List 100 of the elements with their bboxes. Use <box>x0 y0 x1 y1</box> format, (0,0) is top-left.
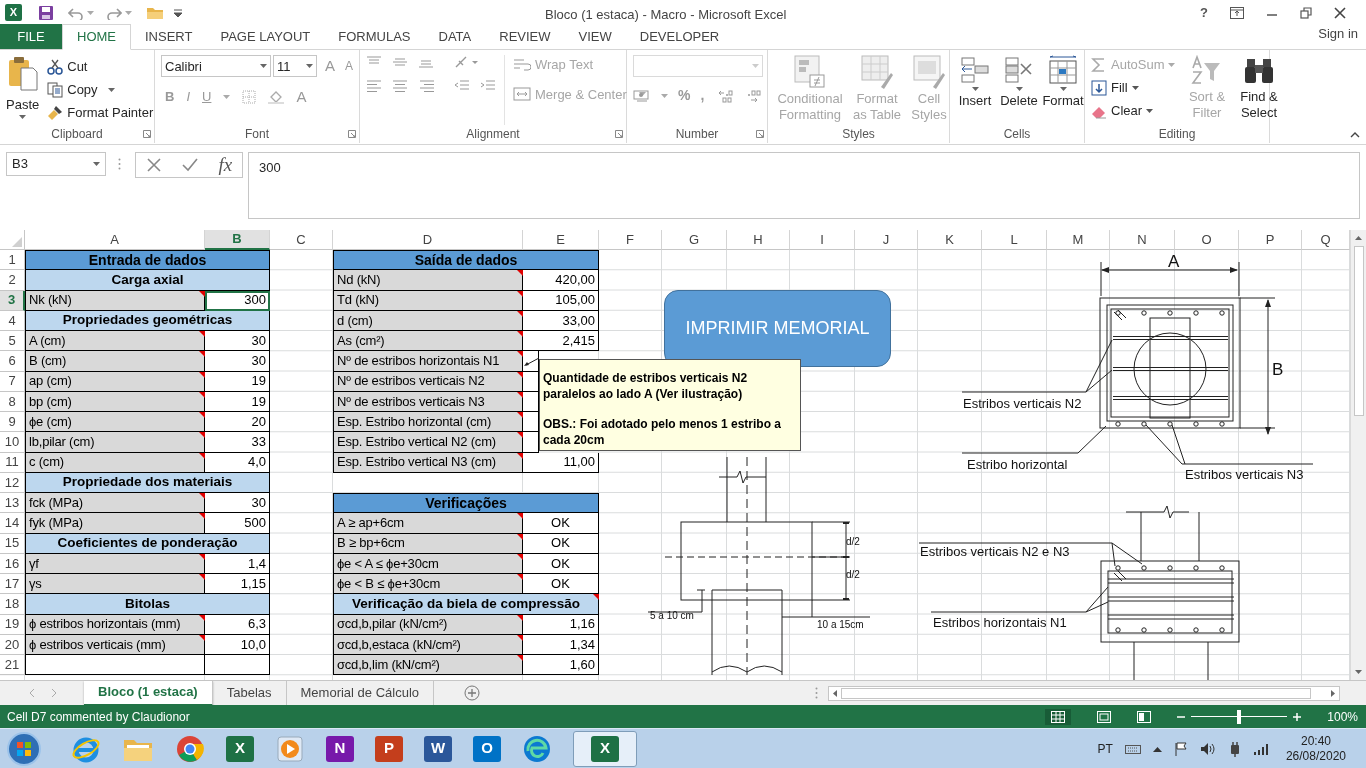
clipboard-command[interactable]: Cut <box>67 57 88 77</box>
clipboard-command[interactable]: Format Painter <box>67 103 154 123</box>
ribbon-tab[interactable]: PAGE LAYOUT <box>206 24 325 49</box>
caret-icon[interactable] <box>260 64 267 69</box>
font-name-field[interactable]: Calibri <box>161 55 271 78</box>
column-header[interactable]: Q <box>1302 230 1350 250</box>
row-header[interactable]: 2 <box>0 270 25 291</box>
align-center-icon[interactable] <box>392 79 408 93</box>
value-cell[interactable] <box>523 432 539 453</box>
ribbon-tab[interactable]: VIEW <box>564 24 626 49</box>
add-sheet-icon[interactable] <box>464 685 480 701</box>
dialog-launcher-icon[interactable] <box>615 130 623 138</box>
cancel-icon[interactable] <box>145 157 162 173</box>
row-header[interactable]: 18 <box>0 594 25 615</box>
column-header[interactable]: O <box>1175 230 1239 250</box>
file-tab[interactable]: FILE <box>0 24 62 49</box>
row-header[interactable]: 6 <box>0 351 25 372</box>
row-header[interactable]: 5 <box>0 331 25 352</box>
column-header[interactable]: M <box>1047 230 1110 250</box>
taskbar-app-button[interactable]: O <box>473 735 501 762</box>
ribbon-tab[interactable]: REVIEW <box>485 24 565 49</box>
row-header[interactable]: 20 <box>0 634 25 655</box>
keyboard-icon[interactable] <box>1124 742 1141 755</box>
restore-icon[interactable] <box>1300 6 1312 19</box>
value-cell[interactable]: OK <box>523 574 599 595</box>
ribbon-tab[interactable]: DATA <box>424 24 486 49</box>
collapse-ribbon-icon[interactable] <box>1350 132 1360 138</box>
scrollbar-thumb[interactable] <box>1353 246 1364 416</box>
column-header[interactable]: C <box>270 230 333 250</box>
row-header[interactable]: 12 <box>0 472 25 493</box>
taskbar-app-button[interactable]: W <box>424 735 452 762</box>
insert-function-button[interactable]: fx <box>218 150 233 180</box>
dialog-launcher-icon[interactable] <box>756 130 764 138</box>
ribbon-button[interactable]: Find & Select <box>1235 55 1283 125</box>
caret-icon[interactable] <box>1146 109 1154 113</box>
ribbon-button[interactable]: Delete <box>1000 55 1038 125</box>
browser-icon[interactable] <box>175 733 205 764</box>
value-cell[interactable]: 1,4 <box>205 553 270 574</box>
font-size-field[interactable]: 11 <box>273 55 317 78</box>
row-header[interactable]: 11 <box>0 452 25 473</box>
row-header[interactable]: 17 <box>0 574 25 595</box>
normal-view-icon[interactable] <box>1051 710 1066 723</box>
scrollbar-thumb[interactable] <box>841 687 1311 699</box>
column-header[interactable]: J <box>855 230 918 250</box>
editing-command[interactable]: Fill <box>1111 78 1128 98</box>
ribbon-button[interactable]: Format <box>1044 55 1082 125</box>
media-player-icon[interactable] <box>275 733 305 764</box>
row-header[interactable]: 1 <box>0 250 25 271</box>
ribbon-tab[interactable]: FORMULAS <box>324 24 425 49</box>
value-cell[interactable]: 4,0 <box>205 452 270 473</box>
value-cell[interactable]: 6,3 <box>205 614 270 635</box>
next-sheet-icon[interactable] <box>50 688 58 698</box>
orientation-icon[interactable] <box>454 55 480 69</box>
column-header[interactable]: E <box>523 230 599 250</box>
zoom-in-icon[interactable] <box>1293 712 1302 721</box>
currency-icon[interactable] <box>633 88 651 103</box>
value-cell[interactable]: 300 <box>205 290 270 311</box>
flag-icon[interactable] <box>1173 741 1188 756</box>
close-icon[interactable] <box>1334 6 1346 19</box>
ribbon-tab[interactable]: HOME <box>62 24 131 50</box>
value-cell[interactable]: 105,00 <box>523 290 599 311</box>
value-cell[interactable]: 500 <box>205 513 270 534</box>
value-cell[interactable] <box>523 371 539 392</box>
editing-command[interactable]: Clear <box>1111 101 1143 121</box>
save-icon[interactable] <box>38 4 54 21</box>
ribbon-button[interactable]: Insert <box>956 55 994 125</box>
clock-date[interactable]: 26/08/2020 <box>1285 748 1346 764</box>
column-header[interactable]: P <box>1239 230 1302 250</box>
caret-icon[interactable] <box>19 114 27 119</box>
row-header[interactable]: 16 <box>0 553 25 574</box>
column-header[interactable]: L <box>982 230 1047 250</box>
zoom-level[interactable]: 100% <box>1327 707 1358 726</box>
value-cell[interactable]: 30 <box>205 493 270 514</box>
zoom-slider[interactable] <box>1191 709 1288 724</box>
row-header[interactable]: 9 <box>0 412 25 433</box>
caret-icon[interactable] <box>107 88 115 92</box>
redo-icon[interactable] <box>106 5 122 20</box>
fill-color-icon[interactable] <box>268 89 285 104</box>
column-header[interactable]: D <box>333 230 523 250</box>
align-left-icon[interactable] <box>366 79 382 93</box>
browser-icon[interactable] <box>522 733 552 764</box>
value-cell[interactable]: 33,00 <box>523 310 599 331</box>
dialog-launcher-icon[interactable] <box>143 130 151 138</box>
row-header[interactable]: 10 <box>0 432 25 453</box>
value-cell[interactable]: 30 <box>205 351 270 372</box>
undo-icon[interactable] <box>68 5 84 20</box>
number-format-field[interactable] <box>633 55 763 77</box>
column-header[interactable]: G <box>662 230 727 250</box>
value-cell[interactable] <box>523 412 539 433</box>
row-header[interactable]: 14 <box>0 513 25 534</box>
value-cell[interactable]: OK <box>523 513 599 534</box>
row-header[interactable]: 13 <box>0 493 25 514</box>
row-header[interactable]: 7 <box>0 371 25 392</box>
column-header[interactable]: H <box>727 230 790 250</box>
dialog-launcher-icon[interactable] <box>348 130 356 138</box>
value-cell[interactable]: 1,34 <box>523 634 599 655</box>
page-break-view-icon[interactable] <box>1137 710 1152 723</box>
value-cell[interactable]: 1,60 <box>523 655 599 676</box>
check-icon[interactable] <box>181 157 200 173</box>
value-cell[interactable]: 19 <box>205 371 270 392</box>
